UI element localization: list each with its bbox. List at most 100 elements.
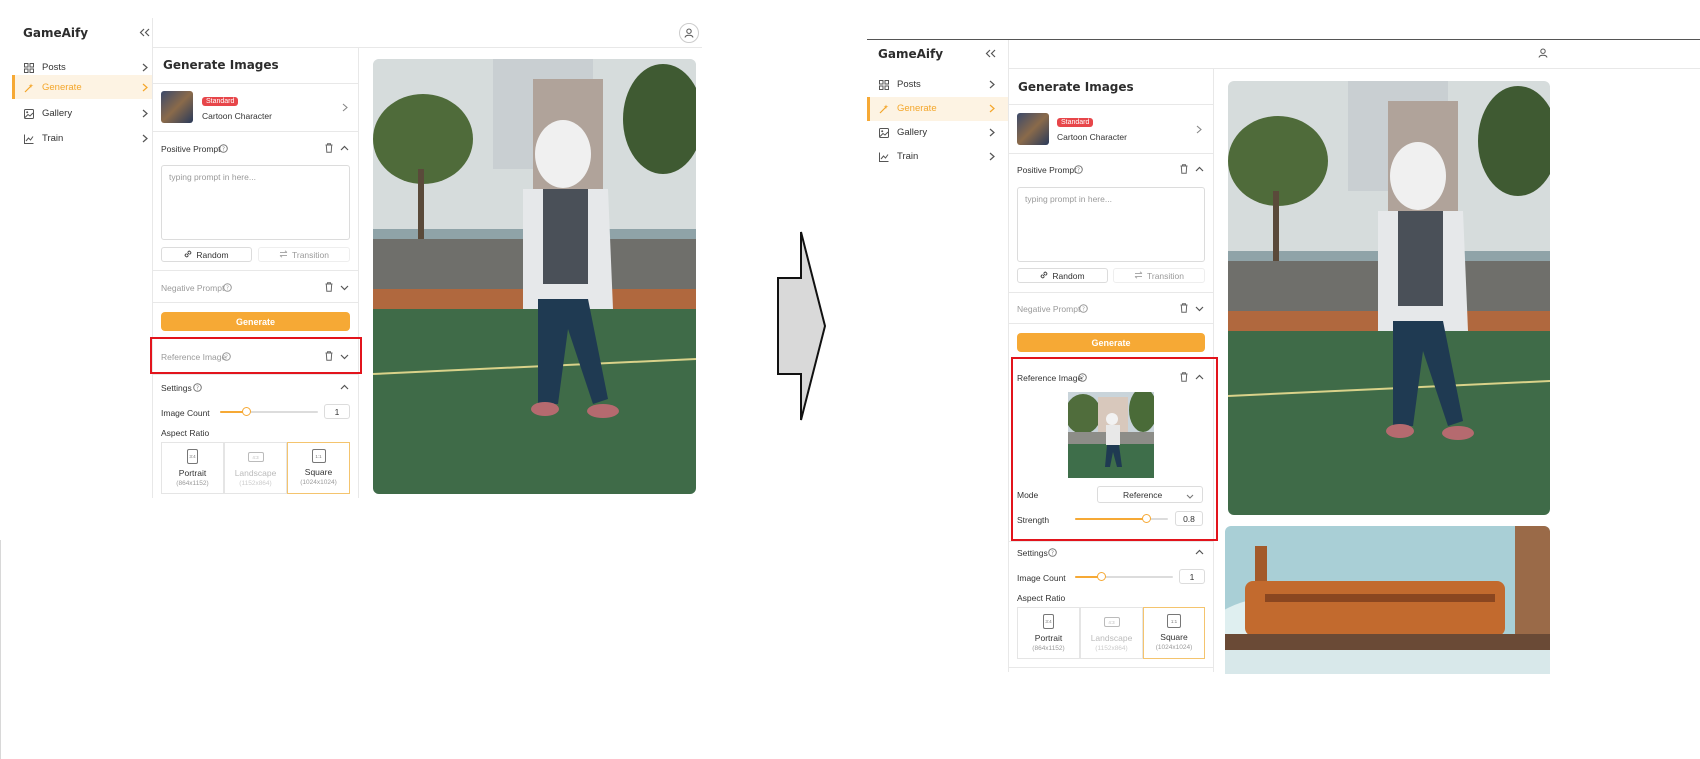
- chevron-up-icon[interactable]: [1195, 374, 1204, 380]
- ratio-card-landscape[interactable]: 4:3 Landscape (1152x864): [224, 442, 287, 494]
- model-badge: Standard: [1057, 118, 1094, 127]
- ratio-card-square[interactable]: 1:1 Square (1024x1024): [1143, 607, 1205, 659]
- reference-thumbnail[interactable]: [1068, 392, 1154, 478]
- trash-icon[interactable]: [1180, 303, 1188, 313]
- sidebar-item-label: Generate: [897, 103, 937, 114]
- user-avatar-icon[interactable]: [679, 23, 699, 43]
- ratio-card-portrait[interactable]: 3:4 Portrait (864x1152): [1017, 607, 1080, 659]
- model-thumbnail[interactable]: [161, 91, 193, 123]
- svg-text:?: ?: [1081, 376, 1084, 382]
- landscape-icon: 4:3: [1103, 617, 1120, 627]
- chevron-down-icon: [1186, 492, 1194, 502]
- aspect-ratio-label: Aspect Ratio: [161, 428, 210, 438]
- random-button[interactable]: Random: [1017, 268, 1108, 283]
- model-badge: Standard: [202, 97, 239, 106]
- image-count-slider-thumb[interactable]: [242, 407, 251, 416]
- image-count-label: Image Count: [161, 408, 210, 418]
- generated-image[interactable]: [373, 59, 696, 494]
- sidebar-item-posts[interactable]: Posts: [879, 79, 995, 90]
- sidebar: GameAify Posts Generate Gallery Train: [0, 0, 152, 540]
- link-icon: [1040, 271, 1048, 281]
- wand-icon: [24, 83, 34, 93]
- image-count-input[interactable]: 1: [1179, 569, 1205, 584]
- trash-icon[interactable]: [1180, 164, 1188, 174]
- ratio-card-square[interactable]: 1:1 Square (1024x1024): [287, 442, 350, 494]
- portrait-icon: 3:4: [1043, 614, 1054, 629]
- svg-text:?: ?: [196, 386, 199, 392]
- strength-input[interactable]: 0.8: [1175, 511, 1203, 526]
- chevron-right-icon: [989, 128, 995, 140]
- sidebar-item-gallery[interactable]: Gallery: [24, 108, 148, 119]
- swap-icon: [1134, 270, 1143, 281]
- help-icon: ?: [1079, 304, 1088, 313]
- model-thumbnail[interactable]: [1017, 113, 1049, 145]
- sidebar-item-label: Generate: [42, 82, 82, 93]
- random-button[interactable]: Random: [161, 247, 252, 262]
- help-icon: ?: [219, 144, 228, 153]
- highlight-box: [150, 337, 362, 374]
- user-avatar-icon[interactable]: [1538, 48, 1548, 58]
- generate-button[interactable]: Generate: [161, 312, 350, 331]
- sidebar-item-gallery[interactable]: Gallery: [879, 127, 995, 138]
- swap-icon: [279, 249, 288, 260]
- transition-button[interactable]: Transition: [258, 247, 350, 262]
- ratio-card-portrait[interactable]: 3:4 Portrait (864x1152): [161, 442, 224, 494]
- chevron-down-icon[interactable]: [340, 285, 349, 291]
- trash-icon[interactable]: [325, 143, 333, 153]
- svg-text:?: ?: [1082, 307, 1085, 313]
- svg-text:?: ?: [226, 286, 229, 292]
- chevron-up-icon[interactable]: [1195, 549, 1204, 555]
- image-count-input[interactable]: 1: [324, 404, 350, 419]
- chart-icon: [24, 134, 34, 144]
- page-title: Generate Images: [163, 58, 279, 72]
- chevron-up-icon[interactable]: [340, 384, 349, 390]
- sidebar-item-posts[interactable]: Posts: [24, 62, 148, 73]
- chevron-right-icon: [989, 104, 995, 116]
- chevron-up-icon[interactable]: [340, 145, 349, 151]
- strength-slider-thumb[interactable]: [1142, 514, 1151, 523]
- image-count-slider-thumb[interactable]: [1097, 572, 1106, 581]
- arrow-right-icon: [776, 230, 828, 427]
- chevron-right-icon[interactable]: [1196, 125, 1202, 134]
- sidebar-item-label: Gallery: [897, 127, 928, 138]
- generate-button[interactable]: Generate: [1017, 333, 1205, 352]
- mode-select[interactable]: Reference: [1097, 486, 1203, 503]
- sidebar-item-generate[interactable]: Generate: [24, 82, 148, 93]
- settings-label: Settings: [1017, 548, 1048, 558]
- chevron-down-icon[interactable]: [1195, 306, 1204, 312]
- help-icon: ?: [1078, 373, 1087, 382]
- trash-icon[interactable]: [1180, 372, 1188, 382]
- transition-button[interactable]: Transition: [1113, 268, 1205, 283]
- chevron-right-icon: [142, 134, 148, 146]
- negative-prompt-label: Negative Prompt: [161, 283, 225, 293]
- grid-icon: [879, 79, 889, 90]
- collapse-sidebar-icon[interactable]: [985, 49, 996, 58]
- page-title: Generate Images: [1018, 80, 1134, 94]
- svg-text:?: ?: [222, 147, 225, 153]
- mode-label: Mode: [1017, 490, 1039, 500]
- positive-prompt-input[interactable]: typing prompt in here...: [161, 165, 350, 240]
- sidebar-item-label: Train: [897, 151, 919, 162]
- sidebar-item-generate[interactable]: Generate: [879, 103, 995, 114]
- chevron-right-icon: [142, 63, 148, 75]
- image-icon: [879, 127, 889, 138]
- generated-image[interactable]: [1228, 81, 1550, 515]
- chevron-up-icon[interactable]: [1195, 166, 1204, 172]
- strength-slider-fill: [1075, 518, 1147, 520]
- aspect-ratio-label: Aspect Ratio: [1017, 593, 1066, 603]
- negative-prompt-label: Negative Prompt: [1017, 304, 1081, 314]
- trash-icon[interactable]: [325, 282, 333, 292]
- positive-prompt-input[interactable]: typing prompt in here...: [1017, 187, 1205, 262]
- sidebar-item-train[interactable]: Train: [879, 151, 995, 162]
- image-count-label: Image Count: [1017, 573, 1066, 583]
- chevron-right-icon: [989, 80, 995, 92]
- chevron-right-icon[interactable]: [342, 103, 348, 112]
- image-icon: [24, 108, 34, 119]
- wand-icon: [879, 104, 889, 114]
- square-icon: 1:1: [1167, 614, 1181, 628]
- generated-image-2[interactable]: [1225, 526, 1550, 674]
- collapse-sidebar-icon[interactable]: [139, 28, 150, 37]
- help-icon: ?: [193, 383, 202, 392]
- ratio-card-landscape[interactable]: 4:3 Landscape (1152x864): [1080, 607, 1143, 659]
- sidebar-item-train[interactable]: Train: [24, 133, 148, 144]
